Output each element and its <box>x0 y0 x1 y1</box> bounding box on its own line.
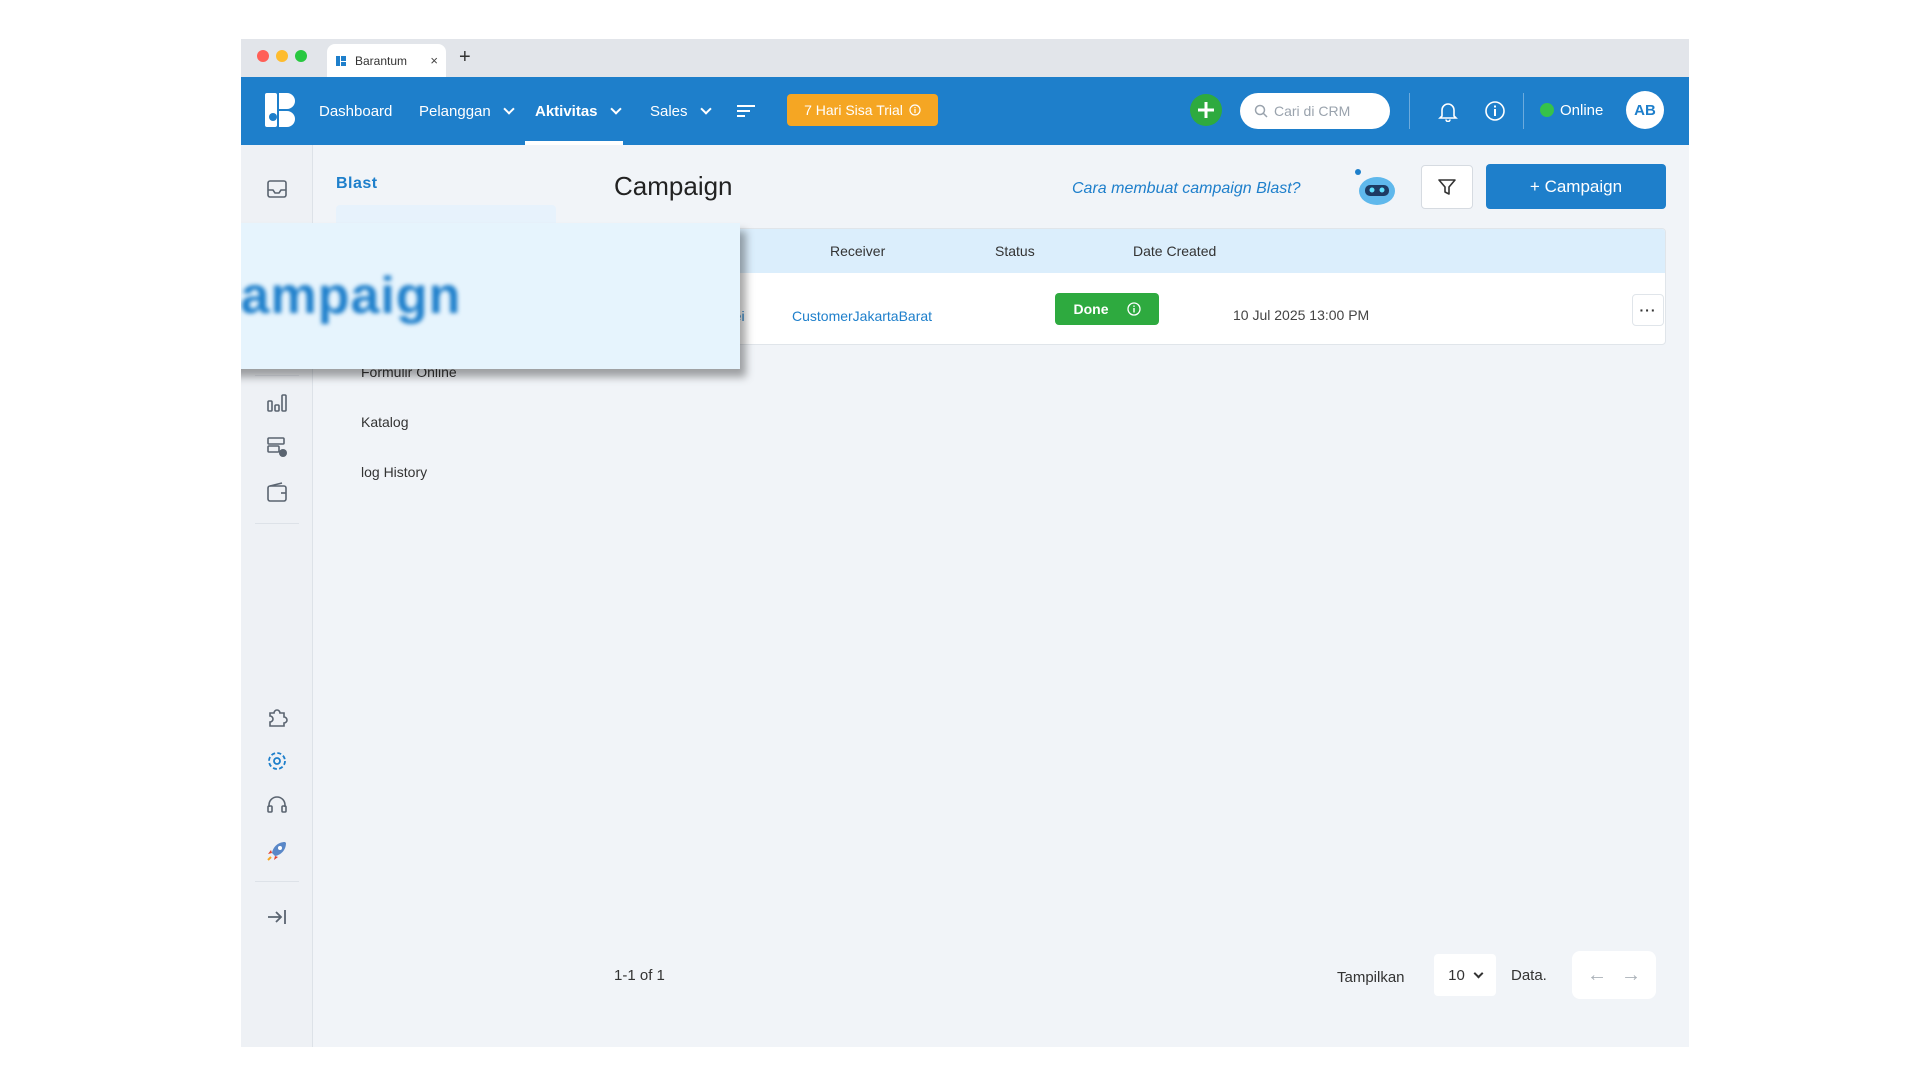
new-tab-icon[interactable]: + <box>459 46 471 69</box>
date-created: 10 Jul 2025 13:00 PM <box>1233 307 1370 323</box>
bell-icon[interactable] <box>1437 100 1459 122</box>
bot-mascot-icon <box>1355 169 1395 205</box>
plus-icon <box>1198 102 1214 118</box>
column-header-receiver[interactable]: Receiver <box>830 243 885 259</box>
puzzle-icon[interactable] <box>265 705 289 729</box>
pagination-arrows: ← → <box>1572 951 1656 999</box>
info-icon[interactable] <box>1484 100 1506 122</box>
close-window-dot[interactable] <box>257 50 269 62</box>
online-status[interactable]: Online <box>1540 94 1603 126</box>
receiver-link[interactable]: CustomerJakartaBarat <box>792 308 932 324</box>
database-clock-icon[interactable] <box>265 435 289 459</box>
headset-icon[interactable] <box>265 793 289 817</box>
nav-dashboard[interactable]: Dashboard <box>319 77 392 145</box>
prev-page-arrow-icon[interactable]: ← <box>1587 964 1607 987</box>
next-page-arrow-icon[interactable]: → <box>1621 964 1641 987</box>
barantum-logo-icon[interactable] <box>265 93 295 127</box>
settings-icon[interactable] <box>265 749 289 773</box>
page-title: Campaign <box>614 171 733 201</box>
nav-divider <box>1523 93 1524 129</box>
per-page-select[interactable]: 10 <box>1434 954 1496 996</box>
quick-add-button[interactable] <box>1190 94 1222 126</box>
rail-divider <box>255 523 299 524</box>
filter-icon <box>1438 179 1456 195</box>
search-box[interactable] <box>1240 93 1390 129</box>
pagination-count: 1-1 of 1 <box>614 967 665 984</box>
inbox-icon[interactable] <box>265 177 289 201</box>
chevron-down-icon <box>503 103 515 115</box>
campaign-table: ign Receiver Status Date Created l Mei C… <box>614 228 1666 345</box>
wallet-icon[interactable] <box>265 481 289 505</box>
tab-title: Barantum <box>355 53 408 68</box>
column-header-status[interactable]: Status <box>995 243 1035 259</box>
tab-close-icon[interactable]: × <box>430 53 438 68</box>
submenu-item-katalog[interactable]: Katalog <box>361 414 408 430</box>
maximize-window-dot[interactable] <box>295 50 307 62</box>
chevron-down-icon <box>699 103 712 115</box>
howto-link[interactable]: Cara membuat campaign Blast? <box>1072 180 1301 198</box>
row-more-button[interactable]: ··· <box>1632 294 1664 326</box>
submenu-title: Blast <box>336 175 378 192</box>
filter-button[interactable] <box>1421 165 1473 209</box>
info-icon <box>1126 302 1141 316</box>
info-icon <box>909 104 921 116</box>
add-campaign-button[interactable]: + Campaign <box>1486 164 1666 209</box>
bar-chart-icon[interactable] <box>265 391 289 415</box>
nav-sales[interactable]: Sales <box>650 77 712 145</box>
per-page-label: Tampilkan <box>1337 969 1405 986</box>
browser-tab-bar: Barantum × + <box>241 39 1689 77</box>
minimize-window-dot[interactable] <box>276 50 288 62</box>
chevron-down-icon <box>609 103 622 115</box>
status-badge[interactable]: Done <box>1055 293 1159 325</box>
trial-badge[interactable]: 7 Hari Sisa Trial <box>787 94 938 126</box>
avatar[interactable]: AB <box>1626 91 1664 129</box>
rocket-icon[interactable] <box>265 839 289 863</box>
browser-window: Barantum × + Dashboard Pelanggan Aktivit… <box>241 39 1689 1047</box>
collapse-icon[interactable] <box>265 905 289 929</box>
submenu-item-log-history[interactable]: log History <box>361 464 427 480</box>
search-input[interactable] <box>1274 103 1374 119</box>
zoom-callout: Campaign <box>241 223 740 369</box>
rail-divider <box>255 375 299 376</box>
search-icon <box>1254 104 1268 118</box>
data-label: Data. <box>1511 967 1547 984</box>
nav-divider <box>1409 93 1410 129</box>
nav-pelanggan[interactable]: Pelanggan <box>419 77 515 145</box>
zoom-callout-label: Campaign <box>241 267 462 325</box>
nav-aktivitas[interactable]: Aktivitas <box>535 77 622 145</box>
menu-lines-icon[interactable] <box>737 103 755 119</box>
online-dot-icon <box>1540 103 1554 117</box>
barantum-favicon-icon <box>336 55 346 66</box>
chevron-down-icon <box>1473 968 1484 978</box>
rail-divider <box>255 881 299 882</box>
column-header-date-created[interactable]: Date Created <box>1133 243 1216 259</box>
table-header: ign Receiver Status Date Created <box>615 229 1665 273</box>
browser-tab[interactable]: Barantum × <box>327 44 446 77</box>
top-navbar: Dashboard Pelanggan Aktivitas Sales <box>241 77 1689 145</box>
